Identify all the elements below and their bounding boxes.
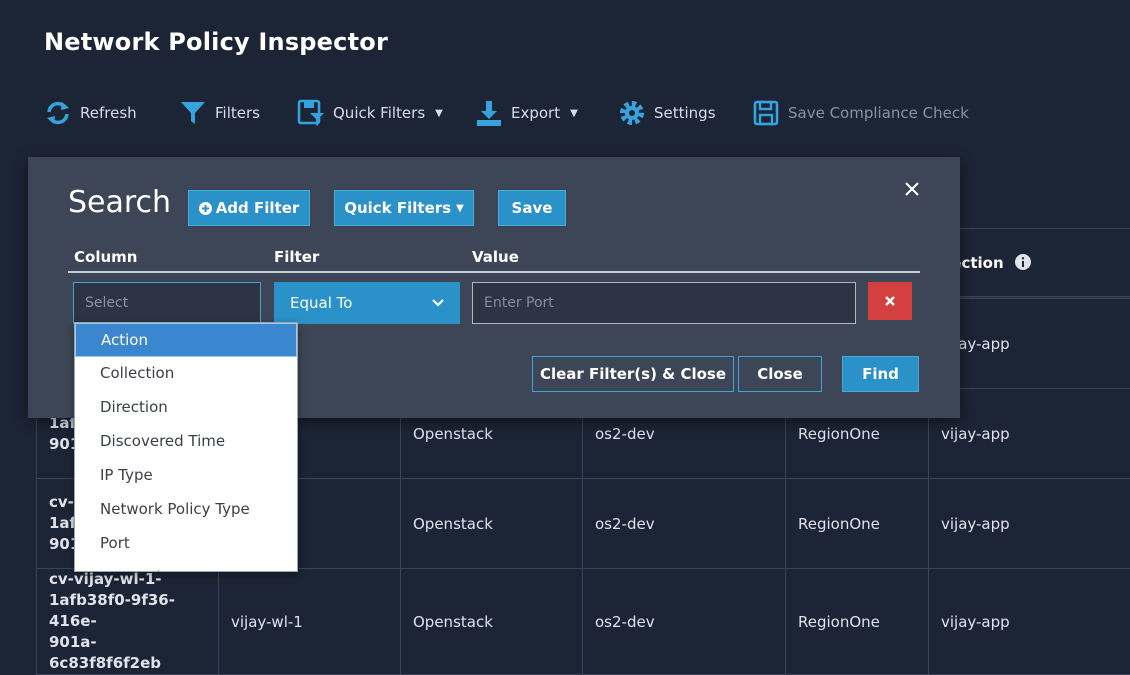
column-dropdown-list: Action Collection Direction Discovered T… [74, 322, 298, 572]
floppy-disk-icon [752, 99, 780, 127]
dropdown-option-direction[interactable]: Direction [75, 391, 297, 425]
chevron-down-icon [432, 299, 444, 307]
dropdown-option-action[interactable]: Action [75, 323, 297, 357]
export-label: Export [511, 104, 560, 122]
filters-button[interactable]: Filters [179, 96, 260, 130]
collection-link[interactable]: vijay-app [929, 569, 1130, 675]
chevron-down-icon: ▼ [570, 108, 578, 119]
header-divider [68, 271, 920, 273]
toolbar: Refresh Filters Quick Filters ▼ Export ▼… [44, 96, 1104, 130]
region-cell: RegionOne [786, 569, 929, 675]
gear-icon [618, 99, 646, 127]
add-filter-button[interactable]: Add Filter [188, 190, 310, 226]
cluster-cell: os2-dev [583, 569, 786, 675]
quick-filters-button[interactable]: Quick Filters ▼ [297, 96, 443, 130]
dropdown-option-protocol[interactable]: Protocol [75, 561, 297, 572]
workload-name-link[interactable]: cv-vijay-wl-1- 1afb38f0-9f36-416e- 901a-… [37, 569, 219, 675]
column-select-input[interactable]: Select [73, 282, 261, 324]
export-button[interactable]: Export ▼ [475, 96, 578, 130]
dropdown-option-port[interactable]: Port [75, 527, 297, 561]
funnel-icon [179, 99, 207, 127]
save-compliance-label: Save Compliance Check [788, 104, 969, 122]
platform-cell: Openstack [401, 479, 583, 569]
region-cell: RegionOne [786, 479, 929, 569]
chevron-down-icon: ▼ [435, 108, 443, 119]
filters-label: Filters [215, 104, 260, 122]
search-title: Search [68, 185, 171, 220]
refresh-icon [44, 99, 72, 127]
close-icon [885, 296, 895, 306]
close-icon[interactable] [902, 179, 922, 199]
quick-filters-label: Quick Filters [333, 104, 425, 122]
refresh-button[interactable]: Refresh [44, 96, 137, 130]
quick-filters-dropdown-button[interactable]: Quick Filters ▼ [334, 190, 474, 226]
download-icon [475, 99, 503, 127]
plus-circle-icon [199, 202, 212, 215]
column-header-label: Column [74, 248, 137, 266]
value-input[interactable]: Enter Port [472, 282, 856, 324]
value-header-label: Value [472, 248, 519, 266]
dropdown-option-ip-type[interactable]: IP Type [75, 459, 297, 493]
find-button[interactable]: Find [842, 356, 919, 392]
save-search-button[interactable]: Save [498, 190, 566, 226]
close-button[interactable]: Close [738, 356, 822, 392]
filter-header-label: Filter [274, 248, 319, 266]
table-row[interactable]: cv-vijay-wl-1- 1afb38f0-9f36-416e- 901a-… [37, 569, 1130, 675]
chevron-down-icon: ▼ [456, 203, 464, 214]
save-filter-icon [297, 99, 325, 127]
settings-button[interactable]: Settings [618, 96, 716, 130]
settings-label: Settings [654, 104, 716, 122]
host-link[interactable]: vijay-wl-1 [219, 569, 401, 675]
save-compliance-check-button[interactable]: Save Compliance Check [752, 96, 969, 130]
collection-link[interactable]: vijay-app [929, 479, 1130, 569]
refresh-label: Refresh [80, 104, 137, 122]
clear-filters-close-button[interactable]: Clear Filter(s) & Close [532, 356, 734, 392]
dropdown-option-network-policy-type[interactable]: Network Policy Type [75, 493, 297, 527]
info-icon[interactable] [1015, 254, 1031, 270]
filter-operator-select[interactable]: Equal To [274, 282, 460, 324]
app-title: Network Policy Inspector [44, 28, 388, 56]
platform-cell: Openstack [401, 569, 583, 675]
dropdown-option-collection[interactable]: Collection [75, 357, 297, 391]
cluster-cell: os2-dev [583, 479, 786, 569]
dropdown-option-discovered-time[interactable]: Discovered Time [75, 425, 297, 459]
remove-filter-button[interactable] [868, 282, 912, 320]
